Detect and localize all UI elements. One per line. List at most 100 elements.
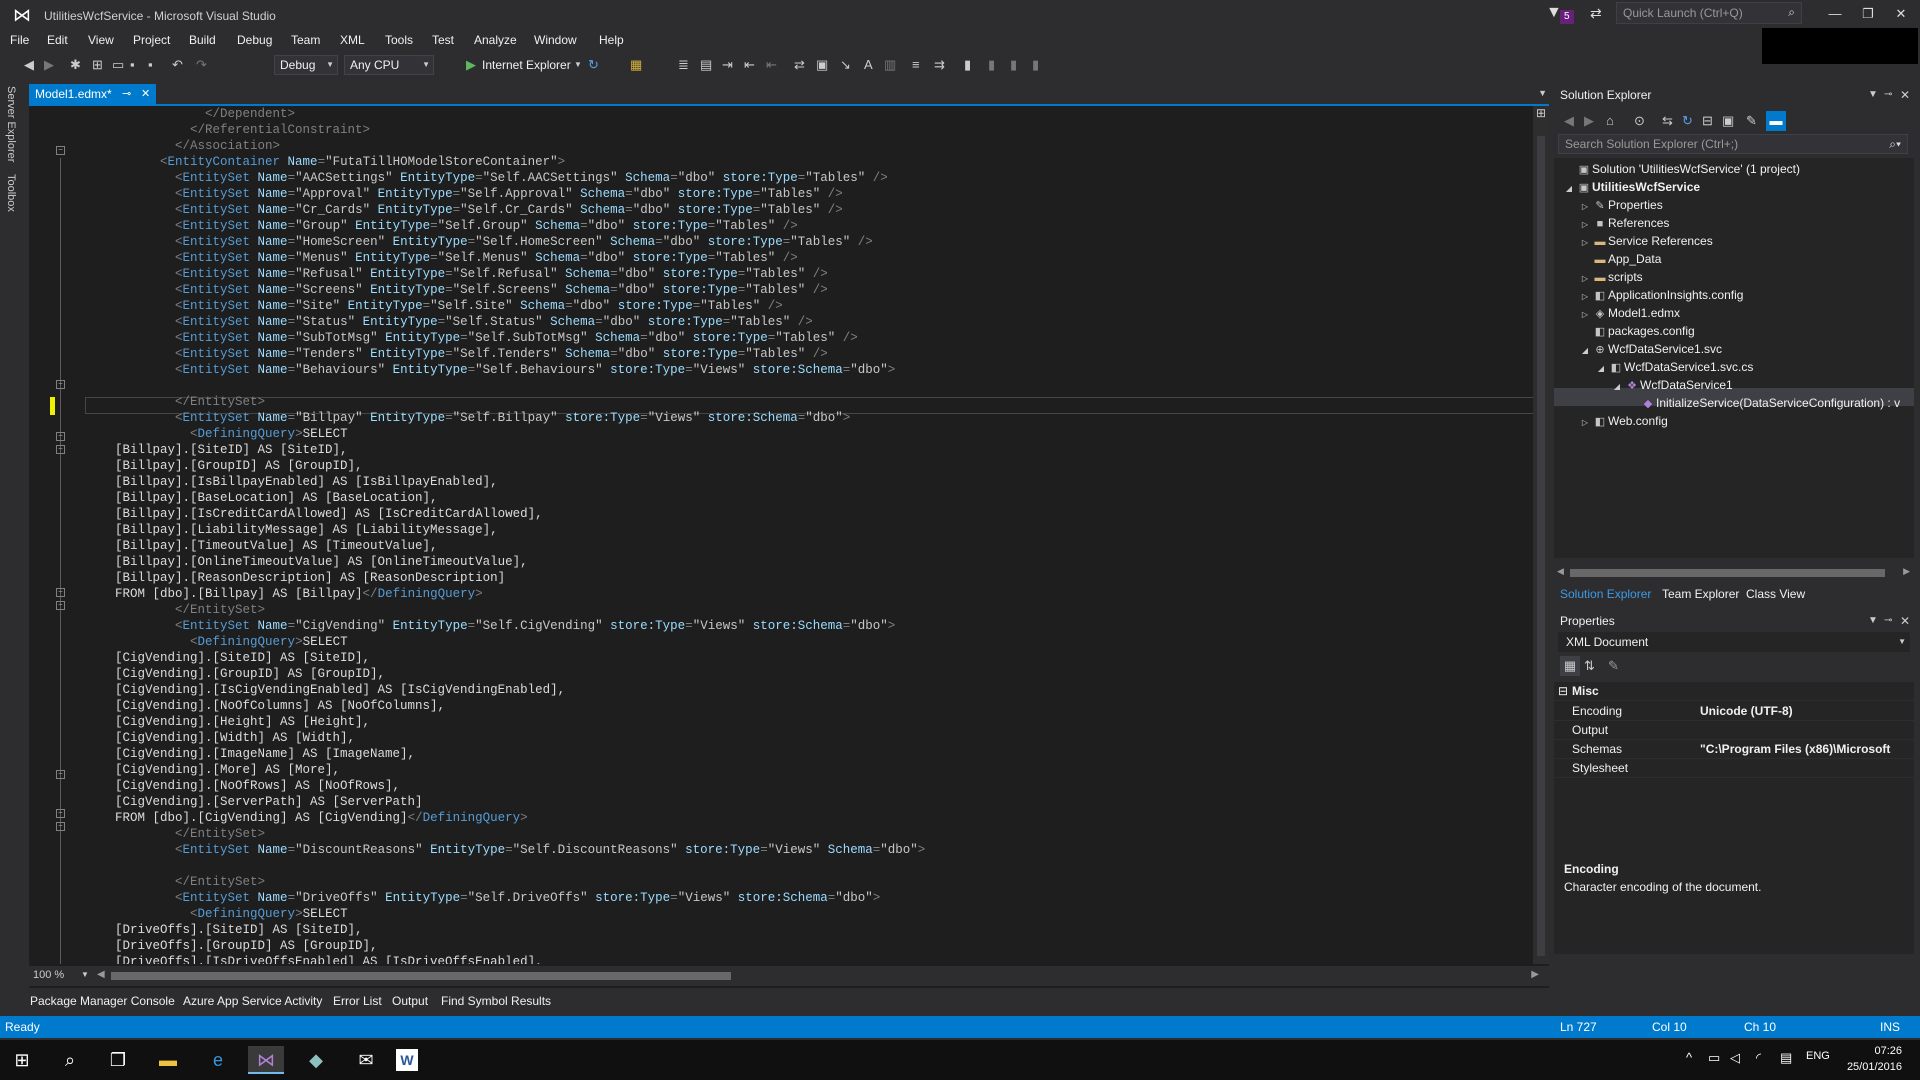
open-file-icon[interactable]: ▭ xyxy=(112,55,124,75)
code-line[interactable] xyxy=(85,858,1545,874)
refresh-icon[interactable]: ↻ xyxy=(1682,111,1693,131)
volume-muted-icon[interactable]: ◁ xyxy=(1730,1050,1740,1066)
prev-bookmark-icon[interactable]: ▮ xyxy=(988,55,995,75)
toolbox-tab[interactable]: Toolbox xyxy=(5,174,17,212)
menu-help[interactable]: Help xyxy=(599,33,624,47)
font-icon[interactable]: A xyxy=(864,55,873,75)
tree-item[interactable]: ▷ ◧ Web.config xyxy=(1578,412,1668,430)
code-line[interactable]: [Billpay].[OnlineTimeoutValue] AS [Onlin… xyxy=(85,554,1545,570)
code-line[interactable]: FROM [dbo].[Billpay] AS [Billpay]</Defin… xyxy=(85,586,1545,602)
code-line[interactable]: <EntitySet Name="DriveOffs" EntityType="… xyxy=(85,890,1545,906)
add-item-icon[interactable]: ⊞ xyxy=(92,55,103,75)
home-icon[interactable]: ⌂ xyxy=(1606,111,1614,131)
code-line[interactable]: [Billpay].[BaseLocation] AS [BaseLocatio… xyxy=(85,490,1545,506)
code-line[interactable]: FROM [dbo].[CigVending] AS [CigVending]<… xyxy=(85,810,1545,826)
menu-project[interactable]: Project xyxy=(133,33,170,47)
refresh-icon[interactable]: ↻ xyxy=(588,55,599,75)
code-line[interactable]: <EntitySet Name="Menus" EntityType="Self… xyxy=(85,250,1545,266)
vertical-scroll-thumb[interactable] xyxy=(1537,136,1545,956)
code-line[interactable]: <EntitySet Name="Site" EntityType="Self.… xyxy=(85,298,1545,314)
code-line[interactable]: <EntitySet Name="HomeScreen" EntityType=… xyxy=(85,234,1545,250)
tree-item[interactable]: ▬ App_Data xyxy=(1578,250,1662,268)
menu-file[interactable]: File xyxy=(10,33,29,47)
tree-item[interactable]: ▷ ◧ ApplicationInsights.config xyxy=(1578,286,1744,304)
vertical-scrollbar[interactable]: ⊞ xyxy=(1533,106,1549,964)
notification-badge[interactable]: 5 xyxy=(1560,10,1574,24)
menu-view[interactable]: View xyxy=(88,33,114,47)
tree-item[interactable]: ◢ ▣ UtilitiesWcfService xyxy=(1562,178,1700,196)
uncomment-icon[interactable]: ▤ xyxy=(700,55,712,75)
back-icon[interactable]: ◀ xyxy=(1564,111,1574,131)
visual-studio-taskbar-icon[interactable]: ⋈ xyxy=(248,1046,284,1074)
horizontal-scroll-thumb[interactable] xyxy=(111,972,731,980)
search-icon[interactable]: ⌕ xyxy=(52,1046,88,1074)
sync-icon[interactable]: ⇆ xyxy=(1662,111,1673,131)
expanded-arrow-icon[interactable]: ◢ xyxy=(1610,378,1624,396)
forward-icon[interactable]: ▶ xyxy=(1584,111,1594,131)
code-line[interactable]: <DefiningQuery>SELECT xyxy=(85,426,1545,442)
save-all-icon[interactable]: ▪ xyxy=(148,55,153,75)
format-icon[interactable]: ⇤ xyxy=(744,55,755,75)
code-line[interactable]: [Billpay].[IsBillpayEnabled] AS [IsBillp… xyxy=(85,474,1545,490)
property-row[interactable]: Encoding Unicode (UTF-8) xyxy=(1554,702,1914,721)
tree-item[interactable]: ▷ ▬ Service References xyxy=(1578,232,1713,250)
menu-tools[interactable]: Tools xyxy=(385,33,413,47)
wrap-icon[interactable]: ⇉ xyxy=(934,55,945,75)
start-debug-icon[interactable]: ▶ xyxy=(466,55,476,75)
code-line[interactable]: [CigVending].[IsCigVendingEnabled] AS [I… xyxy=(85,682,1545,698)
tab-solution-explorer[interactable]: Solution Explorer xyxy=(1560,587,1651,601)
tab-azure-activity[interactable]: Azure App Service Activity xyxy=(183,994,322,1008)
clear-bookmarks-icon[interactable]: ▮ xyxy=(1032,55,1039,75)
scroll-right-icon[interactable]: ▶ xyxy=(1531,969,1539,980)
language-indicator[interactable]: ENG xyxy=(1806,1050,1830,1062)
tree-item[interactable]: ◆ InitializeService(DataServiceConfigurat… xyxy=(1626,394,1900,412)
code-line[interactable]: </Association> xyxy=(85,138,1545,154)
close-icon[interactable]: ✕ xyxy=(1900,84,1910,106)
pin-icon[interactable]: ⊸ xyxy=(1884,610,1892,632)
tree-item[interactable]: ◢ ⊕ WcfDataService1.svc xyxy=(1578,340,1722,358)
code-line[interactable]: <EntitySet Name="CigVending" EntityType=… xyxy=(85,618,1545,634)
code-line[interactable]: [DriveOffs].[SiteID] AS [SiteID], xyxy=(85,922,1545,938)
tab-team-explorer[interactable]: Team Explorer xyxy=(1662,587,1739,601)
tab-output[interactable]: Output xyxy=(392,994,428,1008)
run-target-button[interactable]: Internet Explorer xyxy=(482,55,571,75)
wifi-icon[interactable]: ◜ xyxy=(1756,1050,1761,1066)
alphabetical-icon[interactable]: ⇅ xyxy=(1584,656,1595,676)
tree-item[interactable]: ▷ ✎ Properties xyxy=(1578,196,1663,214)
close-window-button[interactable]: ✕ xyxy=(1886,4,1916,24)
bookmark-icon[interactable]: ▮ xyxy=(964,55,971,75)
platform-dropdown[interactable]: Any CPU ▼ xyxy=(344,55,434,75)
restore-button[interactable]: ❐ xyxy=(1853,4,1883,24)
code-lines[interactable]: </Dependent> </ReferentialConstraint> </… xyxy=(85,106,1545,964)
code-line[interactable]: [CigVending].[NoOfColumns] AS [NoOfColum… xyxy=(85,698,1545,714)
scroll-right-icon[interactable]: ▶ xyxy=(1903,566,1910,577)
close-icon[interactable]: ✕ xyxy=(141,84,150,104)
edge-browser-icon[interactable]: e xyxy=(200,1046,236,1074)
code-line[interactable]: <EntitySet Name="Billpay" EntityType="Se… xyxy=(85,410,1545,426)
collapse-icon[interactable]: ⊟ xyxy=(1558,682,1568,701)
property-value[interactable]: Unicode (UTF-8) xyxy=(1700,702,1910,721)
categorized-icon[interactable]: ▦ xyxy=(1560,656,1580,676)
fold-toggle[interactable]: − xyxy=(56,445,65,454)
navigate-icon[interactable]: ↘ xyxy=(840,55,851,75)
debug-xslt-icon[interactable]: ▥ xyxy=(884,55,896,75)
code-line[interactable]: [CigVending].[Height] AS [Height], xyxy=(85,714,1545,730)
minimize-button[interactable]: — xyxy=(1820,4,1850,24)
collapsed-arrow-icon[interactable]: ▷ xyxy=(1578,414,1592,432)
menu-debug[interactable]: Debug xyxy=(237,33,272,47)
quick-launch-input[interactable]: Quick Launch (Ctrl+Q) ⌕ xyxy=(1616,2,1802,24)
properties-object-selector[interactable]: XML Document ▼ xyxy=(1558,632,1910,652)
forward-icon[interactable]: ▶ xyxy=(44,55,54,75)
property-row[interactable]: Schemas "C:\Program Files (x86)\Microsoft xyxy=(1554,740,1914,759)
tree-item[interactable]: ▷ ▬ scripts xyxy=(1578,268,1643,286)
chevron-down-icon[interactable]: ▼ xyxy=(81,970,89,979)
action-center-icon[interactable]: ▤ xyxy=(1780,1050,1792,1066)
redo-icon[interactable]: ↷ xyxy=(196,55,207,75)
fold-toggle[interactable]: − xyxy=(56,380,65,389)
fold-toggle[interactable]: − xyxy=(56,822,65,831)
property-row[interactable]: Stylesheet xyxy=(1554,759,1914,778)
expanded-arrow-icon[interactable]: ◢ xyxy=(1578,342,1592,360)
code-line[interactable]: </ReferentialConstraint> xyxy=(85,122,1545,138)
windows-start-icon[interactable]: ⊞ xyxy=(4,1046,40,1074)
fold-toggle[interactable]: − xyxy=(56,601,65,610)
